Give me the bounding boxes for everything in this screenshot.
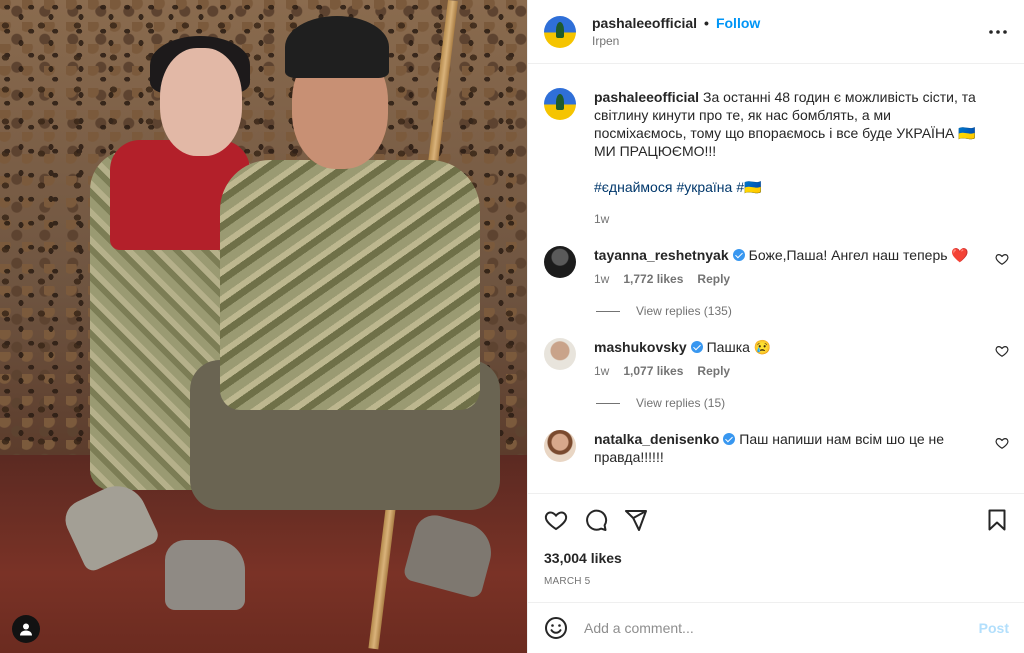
bookmark-icon[interactable]	[985, 508, 1009, 532]
verified-badge-icon	[723, 433, 736, 445]
view-replies-button[interactable]: View replies (135)	[596, 304, 1009, 318]
comment-text: mashukovsky Пашка 😢	[594, 338, 979, 356]
comment-age[interactable]: 1w	[594, 272, 609, 286]
post-details-panel: pashaleeofficial • Follow Irpen pashalee…	[527, 0, 1024, 653]
comment-username[interactable]: tayanna_reshetnyak	[594, 247, 729, 263]
comment-emoji: ❤️	[951, 247, 969, 263]
author-avatar[interactable]	[544, 15, 576, 48]
hashtag-link[interactable]: #україна	[676, 179, 732, 195]
post-date[interactable]: March 5	[544, 576, 1009, 587]
follow-button[interactable]: Follow	[716, 15, 760, 31]
heart-icon[interactable]	[544, 508, 568, 532]
tagged-users-button[interactable]	[12, 615, 40, 643]
hashtag-link[interactable]: #🇺🇦	[736, 179, 761, 195]
comment-item: mashukovsky Пашка 😢 1w 1,077 likes Reply	[544, 318, 1009, 378]
post-comment-button[interactable]: Post	[979, 620, 1009, 636]
comment-age[interactable]: 1w	[594, 364, 609, 378]
view-replies-label: View replies (135)	[636, 304, 732, 318]
commenter-avatar[interactable]	[544, 430, 576, 462]
author-meta: pashaleeofficial • Follow Irpen	[592, 15, 986, 48]
reply-button[interactable]: Reply	[697, 272, 730, 286]
post-header: pashaleeofficial • Follow Irpen	[528, 0, 1024, 64]
author-avatar[interactable]	[544, 88, 576, 120]
comment-composer: Post	[528, 602, 1024, 653]
post-modal: pashaleeofficial • Follow Irpen pashalee…	[0, 0, 1024, 653]
comment-icon[interactable]	[584, 508, 608, 532]
more-options-button[interactable]	[986, 20, 1010, 44]
woman-face	[160, 48, 242, 156]
comment-username[interactable]: natalka_denisenko	[594, 431, 719, 447]
comment-item: tayanna_reshetnyak Боже,Паша! Ангел наш т…	[544, 226, 1009, 286]
caption-meta: 1w	[594, 212, 979, 226]
comment-body: Пашка	[706, 339, 750, 355]
comment-meta: 1w 1,077 likes Reply	[594, 364, 979, 378]
verified-badge-icon	[732, 249, 745, 261]
user-icon	[20, 623, 32, 636]
comment-emoji: 😢	[753, 339, 772, 355]
view-replies-label: View replies (15)	[636, 396, 726, 410]
replies-divider	[596, 310, 620, 312]
post-location[interactable]: Irpen	[592, 34, 986, 48]
comment-likes[interactable]: 1,077 likes	[623, 364, 683, 378]
comment-body: Боже,Паша! Ангел наш теперь	[748, 247, 948, 263]
reply-button[interactable]: Reply	[697, 364, 730, 378]
comment-text: natalka_denisenko Паш напиши нам всім шо …	[594, 430, 979, 466]
caption-age[interactable]: 1w	[594, 212, 609, 226]
man-camo-jacket	[220, 160, 480, 410]
post-photo[interactable]	[0, 0, 527, 653]
separator-dot: •	[704, 15, 709, 31]
comments-list[interactable]: pashaleeofficial За останні 48 годин є мо…	[528, 72, 1024, 492]
heart-icon[interactable]	[995, 436, 1009, 450]
author-username[interactable]: pashaleeofficial	[592, 15, 697, 31]
replies-divider	[596, 402, 620, 404]
commenter-avatar[interactable]	[544, 338, 576, 370]
caption-hashtags: #єднаймося #україна #🇺🇦	[594, 178, 979, 196]
man-beanie	[285, 16, 389, 78]
verified-badge-icon	[690, 341, 703, 353]
boot	[165, 540, 245, 610]
smiley-icon[interactable]	[544, 616, 568, 640]
caption-username[interactable]: pashaleeofficial	[594, 89, 699, 105]
comment-meta: 1w 1,772 likes Reply	[594, 272, 979, 286]
caption: pashaleeofficial За останні 48 годин є мо…	[544, 72, 1009, 226]
paper-plane-icon[interactable]	[624, 508, 648, 532]
comment-username[interactable]: mashukovsky	[594, 339, 687, 355]
heart-icon[interactable]	[995, 252, 1009, 266]
post-actions: 33,004 likes March 5	[528, 493, 1024, 587]
hashtag-link[interactable]: #єднаймося	[594, 179, 672, 195]
action-bar	[544, 494, 1009, 546]
likes-count[interactable]: 33,004 likes	[544, 550, 1009, 566]
view-replies-button[interactable]: View replies (15)	[596, 396, 1009, 410]
comment-item: natalka_denisenko Паш напиши нам всім шо …	[544, 410, 1009, 466]
comment-likes[interactable]: 1,772 likes	[623, 272, 683, 286]
commenter-avatar[interactable]	[544, 246, 576, 278]
comment-input[interactable]	[584, 620, 979, 636]
more-options-icon	[989, 29, 1007, 34]
heart-icon[interactable]	[995, 344, 1009, 358]
comment-text: tayanna_reshetnyak Боже,Паша! Ангел наш т…	[594, 246, 979, 264]
caption-text: pashaleeofficial За останні 48 годин є мо…	[594, 88, 979, 160]
